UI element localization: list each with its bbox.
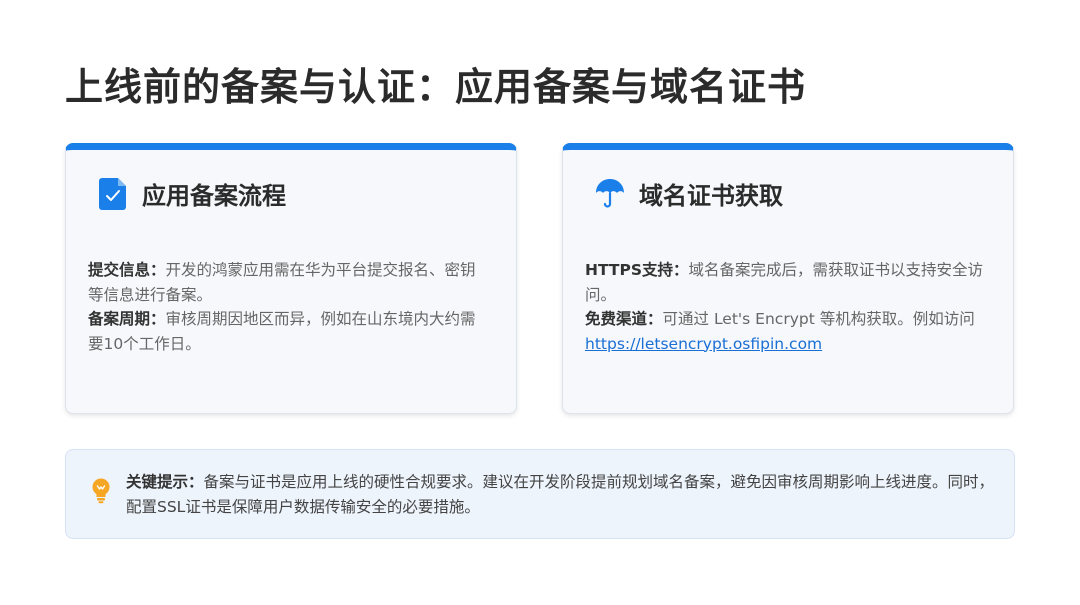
card-domain-cert: 域名证书获取 HTTPS支持：域名备案完成后，需获取证书以支持安全访问。 免费渠… [562, 143, 1014, 414]
card-title: 应用备案流程 [142, 182, 286, 210]
lightbulb-icon [91, 478, 111, 504]
card-body: HTTPS支持：域名备案完成后，需获取证书以支持安全访问。 免费渠道：可通过 L… [585, 258, 985, 356]
document-check-icon [96, 177, 130, 211]
letsencrypt-link[interactable]: https://letsencrypt.osfipin.com [585, 335, 822, 353]
item-label: 备案周期： [88, 310, 166, 328]
tip-body: 备案与证书是应用上线的硬性合规要求。建议在开发阶段提前规划域名备案，避免因审核周… [126, 473, 995, 516]
item-label: 免费渠道： [585, 310, 663, 328]
card-body: 提交信息：开发的鸿蒙应用需在华为平台提交报名、密钥等信息进行备案。 备案周期：审… [88, 258, 488, 356]
item-text: 可通过 Let's Encrypt 等机构获取。例如访问 [662, 310, 975, 328]
tip-label: 关键提示： [126, 473, 204, 491]
umbrella-icon [593, 177, 627, 211]
card-header: 应用备案流程 [96, 176, 286, 211]
tip-text: 关键提示：备案与证书是应用上线的硬性合规要求。建议在开发阶段提前规划域名备案，避… [126, 470, 1001, 520]
card-app-filing: 应用备案流程 提交信息：开发的鸿蒙应用需在华为平台提交报名、密钥等信息进行备案。… [65, 143, 517, 414]
item-label: HTTPS支持： [585, 261, 689, 279]
card-item: 备案周期：审核周期因地区而异，例如在山东境内大约需要10个工作日。 [88, 307, 488, 356]
card-title: 域名证书获取 [639, 182, 783, 210]
page-title: 上线前的备案与认证：应用备案与域名证书 [65, 65, 807, 109]
card-item: 提交信息：开发的鸿蒙应用需在华为平台提交报名、密钥等信息进行备案。 [88, 258, 488, 307]
card-header: 域名证书获取 [593, 176, 783, 211]
card-item: 免费渠道：可通过 Let's Encrypt 等机构获取。例如访问 https:/… [585, 307, 985, 356]
card-item: HTTPS支持：域名备案完成后，需获取证书以支持安全访问。 [585, 258, 985, 307]
item-label: 提交信息： [88, 261, 166, 279]
key-tip-box: 关键提示：备案与证书是应用上线的硬性合规要求。建议在开发阶段提前规划域名备案，避… [65, 449, 1015, 539]
